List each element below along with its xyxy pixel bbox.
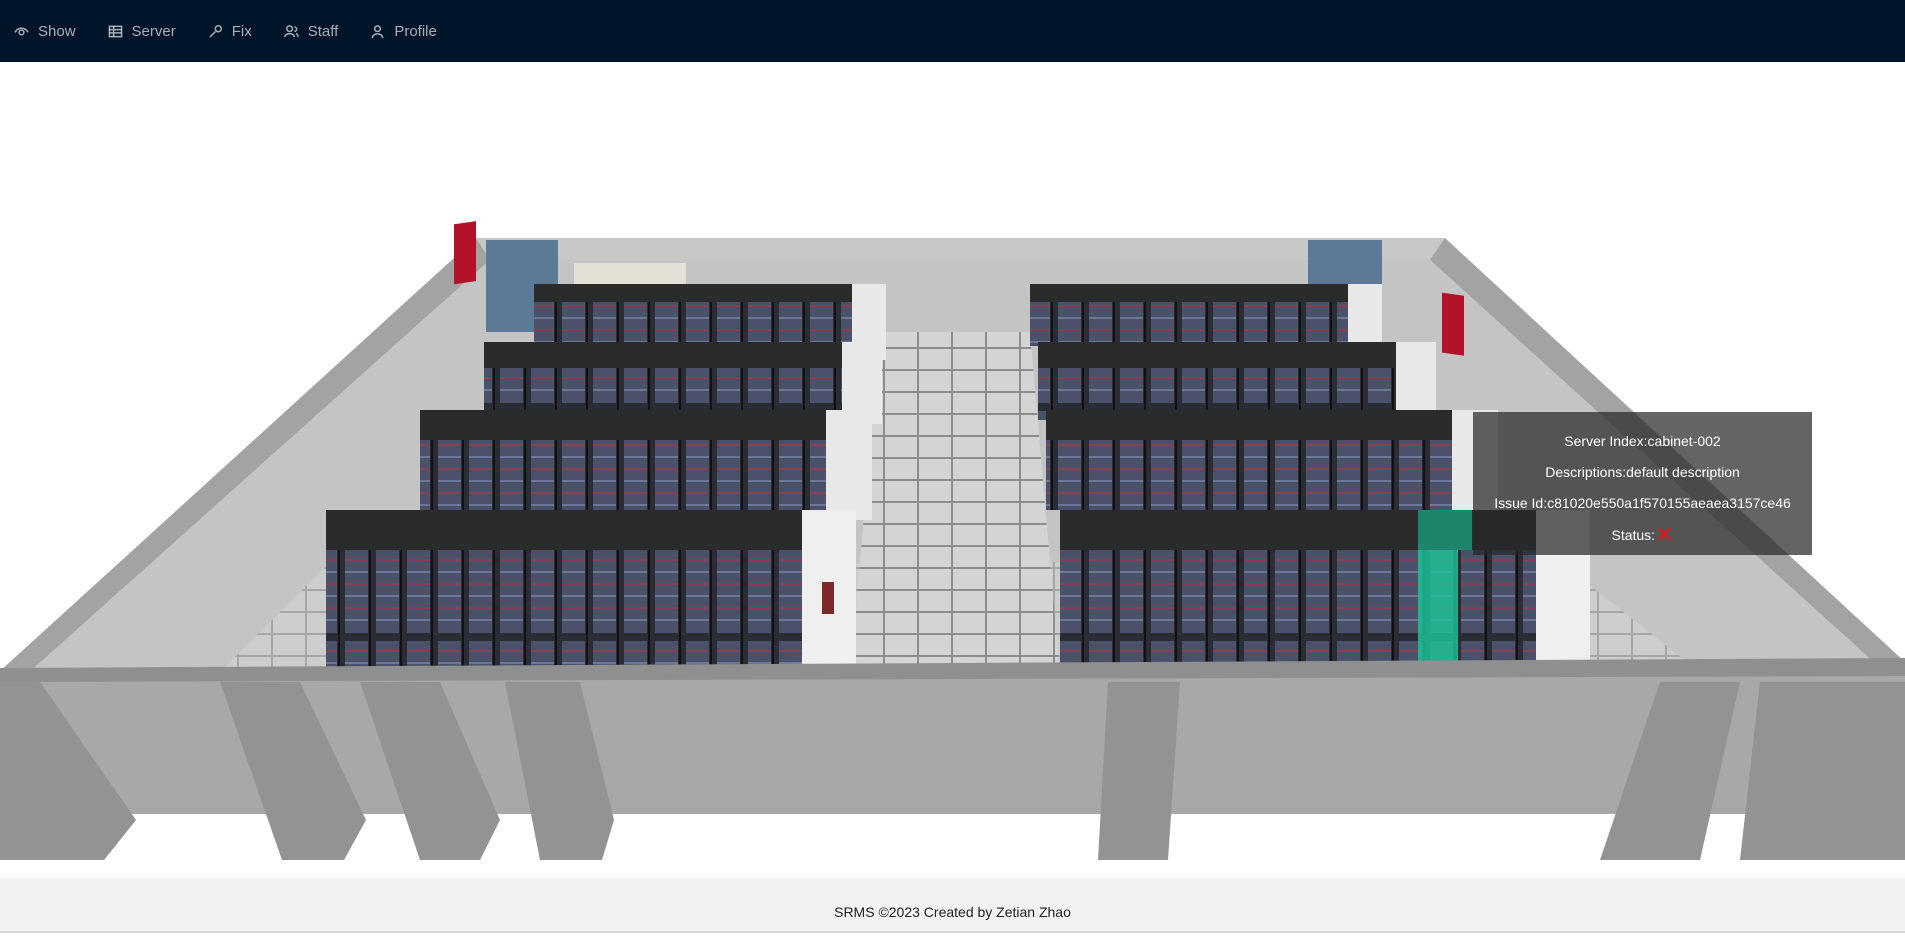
team-icon bbox=[283, 24, 299, 37]
footer: SRMS ©2023 Created by Zetian Zhao bbox=[0, 878, 1905, 933]
eye-icon bbox=[14, 26, 29, 36]
tooltip-issue-id: Issue Id:c81020e550a1f570155aeaea3157ce4… bbox=[1494, 495, 1791, 511]
nav-item-staff[interactable]: Staff bbox=[283, 0, 339, 62]
rack-row-right-3[interactable] bbox=[1046, 410, 1498, 520]
rack-row-left-3[interactable] bbox=[420, 410, 872, 520]
fire-extinguisher-box-left bbox=[454, 221, 476, 285]
footer-text: SRMS ©2023 Created by Zetian Zhao bbox=[834, 904, 1071, 920]
nav-item-label: Profile bbox=[394, 22, 437, 40]
table-icon bbox=[108, 25, 122, 37]
nav-item-server[interactable]: Server bbox=[108, 0, 176, 62]
rack-row-left-4[interactable] bbox=[326, 510, 856, 668]
nav-item-label: Staff bbox=[307, 22, 339, 40]
fire-extinguisher-box-right bbox=[1442, 292, 1464, 356]
tooltip-status: Status:✕ bbox=[1473, 519, 1812, 551]
tooltip-server-index: Server Index:cabinet-002 bbox=[1564, 433, 1721, 449]
back-wall bbox=[476, 238, 1445, 260]
pillar bbox=[1098, 682, 1180, 860]
user-icon bbox=[371, 24, 384, 38]
nav-item-label: Fix bbox=[231, 22, 252, 40]
nav-item-label: Server bbox=[131, 22, 176, 40]
server-room-3d-view[interactable]: Server Index:cabinet-002 Descriptions:de… bbox=[0, 62, 1905, 878]
nav-item-profile[interactable]: Profile bbox=[370, 0, 437, 62]
status-error-icon: ✕ bbox=[1655, 522, 1674, 547]
server-info-tooltip: Server Index:cabinet-002 Descriptions:de… bbox=[1473, 412, 1812, 555]
pillar bbox=[1740, 682, 1905, 860]
nav-item-fix[interactable]: Fix bbox=[208, 0, 252, 62]
rack-row-right-1[interactable] bbox=[1030, 284, 1382, 346]
nav-item-label: Show bbox=[38, 22, 76, 40]
wrench-icon bbox=[209, 24, 222, 38]
top-navigation: Show Server Fix Staff Profile bbox=[0, 0, 1905, 62]
tooltip-status-label: Status: bbox=[1611, 527, 1656, 543]
tooltip-descriptions: Descriptions:default description bbox=[1545, 464, 1740, 480]
nav-item-show[interactable]: Show bbox=[14, 0, 76, 62]
